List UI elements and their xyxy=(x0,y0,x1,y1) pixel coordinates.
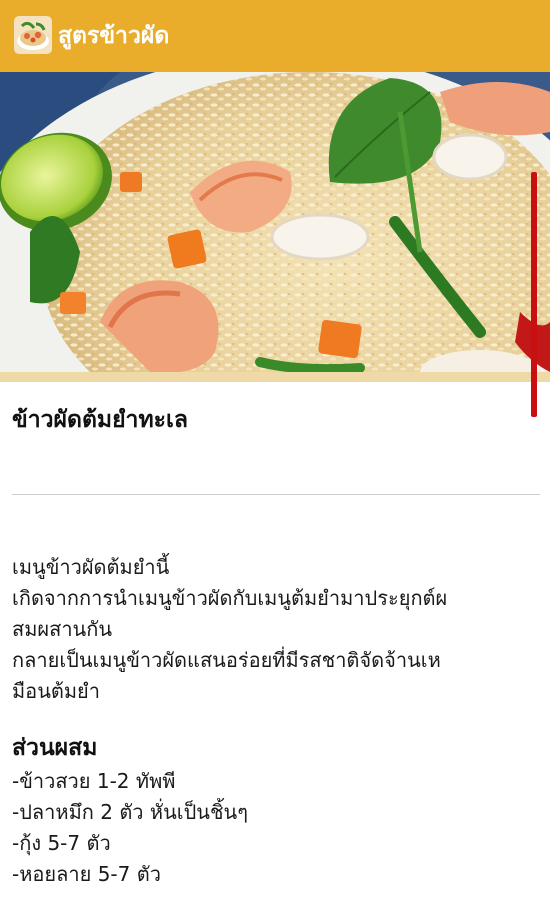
fried-rice-photo xyxy=(0,72,550,382)
recipe-title: ข้าวผัดต้มยำทะเล xyxy=(12,407,188,433)
ingredient-item: -ข้าวสวย 1-2 ทัพพี xyxy=(12,769,176,793)
description-line: เมนูข้าวผัดต้มยำนี้ xyxy=(12,555,170,579)
ingredients-list: -ข้าวสวย 1-2 ทัพพี -ปลาหมึก 2 ตัว หั่นเป… xyxy=(12,766,248,890)
recipe-description: เมนูข้าวผัดต้มยำนี้ เกิดจากการนำเมนูข้าว… xyxy=(12,552,544,707)
fried-rice-icon[interactable] xyxy=(14,16,52,54)
ingredient-item: -กุ้ง 5-7 ตัว xyxy=(12,831,111,855)
app-bar: สูตรข้าวผัด xyxy=(0,0,550,72)
scrollbar-thumb[interactable] xyxy=(531,172,537,417)
description-line: สมผสานกัน xyxy=(12,617,112,641)
ingredient-item: -หอยลาย 5-7 ตัว xyxy=(12,862,161,886)
app-title: สูตรข้าวผัด xyxy=(58,23,170,49)
description-line: เกิดจากการนำเมนูข้าวผัดกับเมนูต้มยำมาประ… xyxy=(12,586,448,610)
ingredient-item: -ปลาหมึก 2 ตัว หั่นเป็นชิ้นๆ xyxy=(12,800,248,824)
description-line: กลายเป็นเมนูข้าวผัดแสนอร่อยที่มีรสชาติจั… xyxy=(12,648,441,672)
recipe-photo xyxy=(0,72,550,382)
ingredients-heading: ส่วนผสม xyxy=(12,735,98,761)
recipe-content[interactable]: ข้าวผัดต้มยำทะเล เมนูข้าวผัดต้มยำนี้ เกิ… xyxy=(0,382,550,900)
description-line: มือนต้มยำ xyxy=(12,679,100,703)
divider xyxy=(12,494,540,495)
